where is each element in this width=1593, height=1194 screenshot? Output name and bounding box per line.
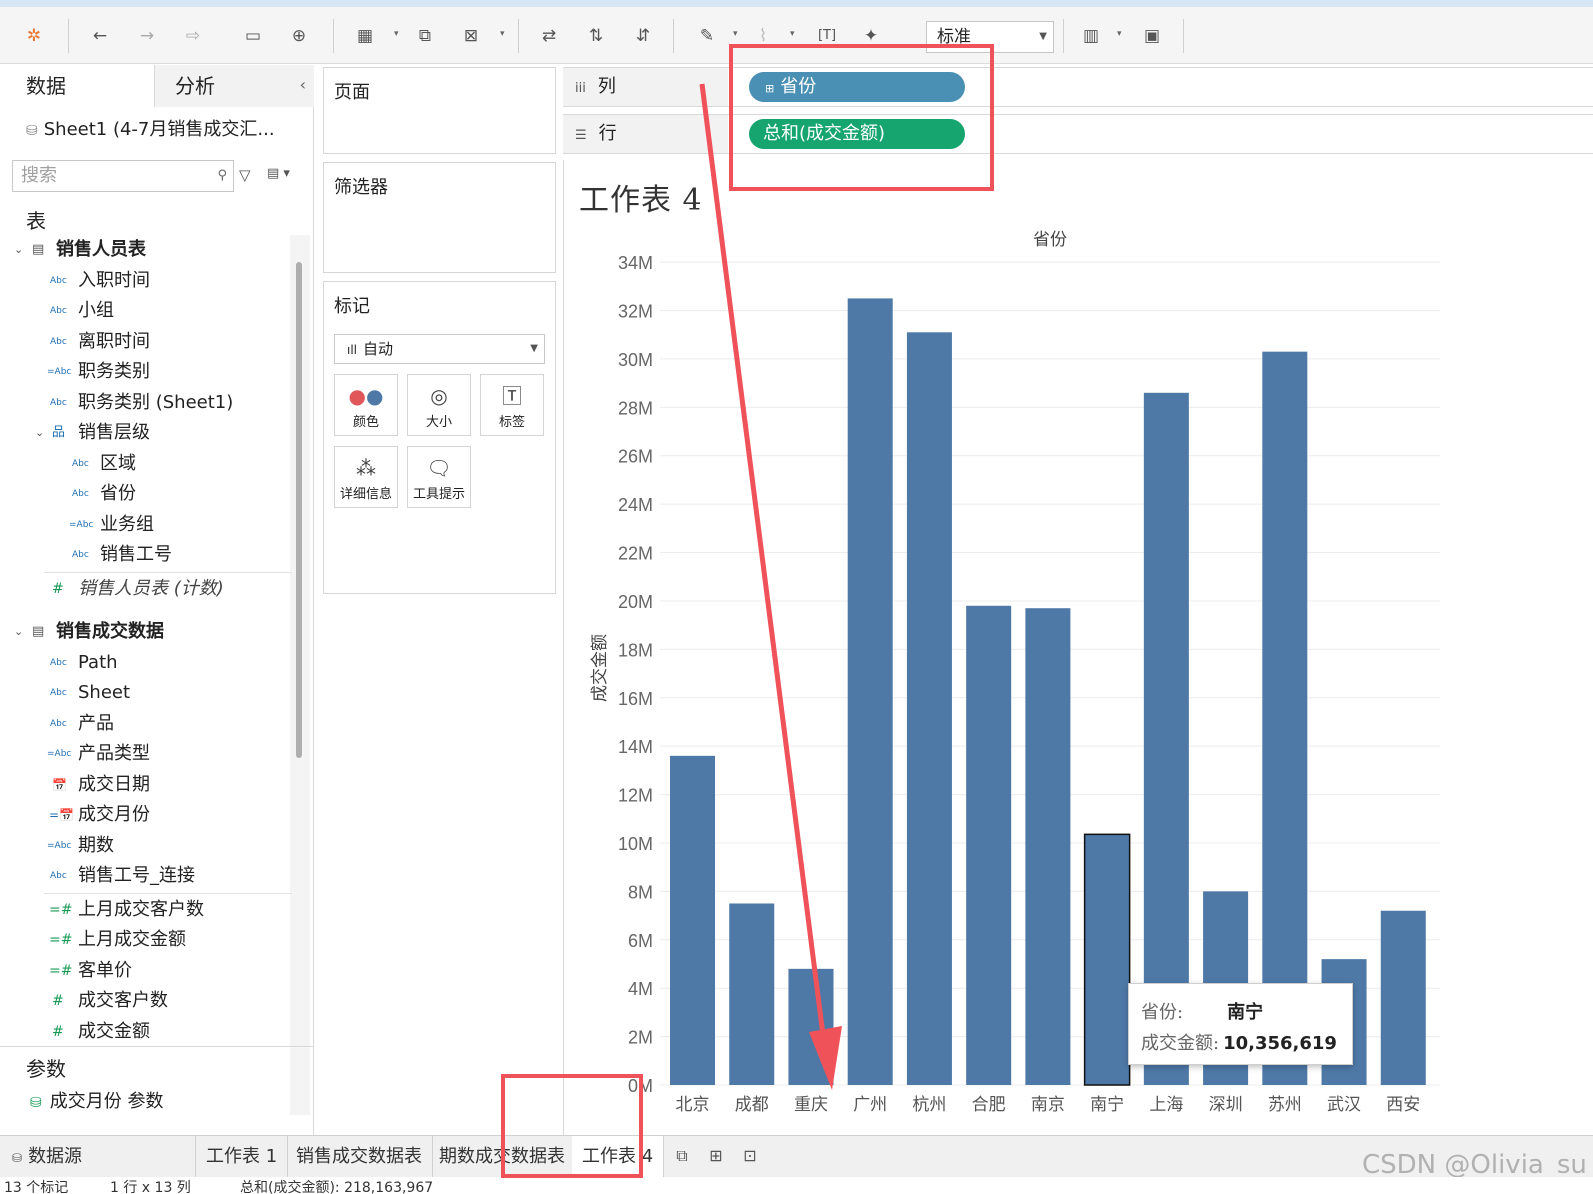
tab-sheet-2[interactable]: 销售成交数据表 <box>286 1136 433 1178</box>
annotation-box-shelves <box>729 44 994 191</box>
bar-0[interactable] <box>670 755 716 1085</box>
y-tick-label: 2M <box>628 1028 653 1048</box>
bar-12[interactable] <box>1380 910 1426 1085</box>
tab-datasource[interactable]: ⛁ 数据源 <box>0 1136 196 1178</box>
y-tick-label: 34M <box>618 253 653 273</box>
tooltip-value: 南宁 <box>1227 1002 1264 1023</box>
tooltip-key: 成交金额: <box>1141 1033 1220 1054</box>
x-tick-label: 广州 <box>853 1095 887 1115</box>
x-tick-label: 成都 <box>735 1095 769 1115</box>
sheet-tab-bar: ⛁ 数据源 工作表 1 销售成交数据表 期数成交数据表 工作表 4 ⧉ ⊞ ⊡ <box>0 1135 1593 1178</box>
datasource-icon: ⛁ <box>12 1151 23 1165</box>
y-tick-label: 8M <box>628 882 653 902</box>
y-axis-title: 成交金额 <box>590 634 610 702</box>
x-tick-label: 武汉 <box>1327 1095 1361 1115</box>
x-tick-label: 南京 <box>1031 1095 1065 1115</box>
status-bar: 13 个标记 1 行 x 13 列 总和(成交金额): 218,163,967 <box>0 1177 1593 1194</box>
y-tick-label: 32M <box>618 302 653 322</box>
bar-10[interactable] <box>1262 351 1308 1085</box>
annotation-box-sheet-tab <box>501 1074 643 1178</box>
tab-sheet-1[interactable]: 工作表 1 <box>196 1136 289 1178</box>
x-axis-title: 省份 <box>1033 230 1067 250</box>
y-tick-label: 30M <box>618 350 653 370</box>
new-dashboard-icon[interactable]: ⊞ <box>704 1146 728 1168</box>
status-dimensions: 1 行 x 13 列 <box>110 1180 191 1194</box>
bar-1[interactable] <box>729 903 775 1085</box>
y-tick-label: 24M <box>618 495 653 515</box>
y-tick-label: 6M <box>628 931 653 951</box>
y-tick-label: 28M <box>618 398 653 418</box>
tooltip-key: 省份: <box>1141 1002 1184 1023</box>
status-sum: 总和(成交金额): 218,163,967 <box>240 1180 434 1194</box>
y-tick-label: 16M <box>618 689 653 709</box>
new-worksheet-icon[interactable]: ⧉ <box>670 1146 694 1168</box>
y-tick-label: 18M <box>618 640 653 660</box>
new-story-icon[interactable]: ⊡ <box>738 1146 762 1168</box>
bar-5[interactable] <box>966 605 1012 1085</box>
bar-3[interactable] <box>847 298 893 1086</box>
y-tick-label: 20M <box>618 592 653 612</box>
y-tick-label: 4M <box>628 979 653 999</box>
tooltip-value: 10,356,619 <box>1223 1033 1337 1054</box>
x-tick-label: 合肥 <box>972 1095 1006 1115</box>
bar-7[interactable] <box>1083 833 1131 1086</box>
watermark: CSDN @Olivia_su <box>1362 1150 1587 1180</box>
x-tick-label: 重庆 <box>794 1095 828 1115</box>
x-tick-label: 深圳 <box>1209 1095 1243 1115</box>
x-tick-label: 上海 <box>1149 1095 1183 1115</box>
y-tick-label: 10M <box>618 834 653 854</box>
bar-6[interactable] <box>1025 608 1071 1085</box>
bar-2[interactable] <box>788 968 834 1085</box>
x-tick-label: 西安 <box>1386 1095 1420 1115</box>
x-tick-label: 杭州 <box>912 1095 946 1115</box>
x-tick-label: 南宁 <box>1090 1095 1124 1115</box>
status-marks: 13 个标记 <box>4 1180 69 1194</box>
y-tick-label: 26M <box>618 447 653 467</box>
tab-label: 数据源 <box>28 1146 83 1167</box>
tooltip: 省份: 南宁 成交金额: 10,356,619 <box>1128 983 1353 1065</box>
bar-8[interactable] <box>1143 392 1189 1085</box>
y-tick-label: 14M <box>618 737 653 757</box>
bar-4[interactable] <box>906 332 952 1085</box>
y-tick-label: 22M <box>618 544 653 564</box>
x-tick-label: 北京 <box>676 1095 710 1115</box>
y-tick-label: 12M <box>618 786 653 806</box>
x-tick-label: 苏州 <box>1268 1095 1302 1115</box>
